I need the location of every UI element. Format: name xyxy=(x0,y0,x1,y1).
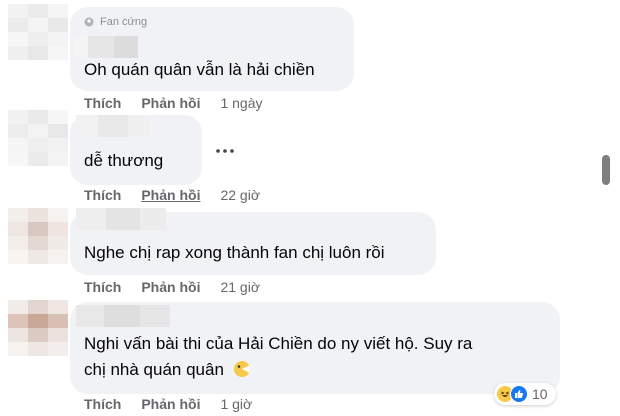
fan-badge-icon xyxy=(84,17,94,27)
fan-badge: Fan cứng xyxy=(84,16,147,28)
fan-badge-label: Fan cứng xyxy=(100,16,148,28)
reply-button[interactable]: Phản hồi xyxy=(141,396,200,412)
like-button[interactable]: Thích xyxy=(84,396,121,412)
thumbs-up-icon xyxy=(515,390,524,398)
crying-laughing-emoji-icon xyxy=(233,361,250,377)
comment-actions: Thích Phản hồi 1 ngày xyxy=(84,93,263,113)
reply-button[interactable]: Phản hồi xyxy=(141,187,200,203)
avatar[interactable] xyxy=(8,300,68,356)
comment-actions: Thích Phản hồi 21 giờ xyxy=(84,277,260,297)
comment-text: dễ thương xyxy=(84,151,164,170)
comment-timestamp[interactable]: 22 giờ xyxy=(220,187,260,203)
avatar[interactable] xyxy=(8,208,68,264)
more-options-button[interactable] xyxy=(212,141,238,161)
reaction-summary[interactable]: 10 xyxy=(494,383,556,405)
like-button[interactable]: Thích xyxy=(84,279,121,295)
comment-text: Nghi vấn bài thi của Hải Chiền do ny viế… xyxy=(84,334,473,353)
blurred-author-name[interactable] xyxy=(76,305,170,327)
reply-button[interactable]: Phản hồi xyxy=(141,95,200,111)
comment-actions: Thích Phản hồi 22 giờ xyxy=(84,185,260,205)
reaction-count: 10 xyxy=(532,386,548,402)
avatar[interactable] xyxy=(8,4,68,60)
comment-text-line-2: chị nhà quán quân xyxy=(84,356,251,384)
comment-text-content: chị nhà quán quân xyxy=(84,360,224,379)
comment-timestamp[interactable]: 1 ngày xyxy=(220,95,262,111)
blurred-author-name[interactable] xyxy=(76,208,166,230)
comment-timestamp[interactable]: 1 giờ xyxy=(220,396,252,412)
like-button[interactable]: Thích xyxy=(84,187,121,203)
comment-text: Oh quán quân vẫn là hải chiền xyxy=(84,60,315,79)
reply-button[interactable]: Phản hồi xyxy=(141,279,200,295)
comment-timestamp[interactable]: 21 giờ xyxy=(220,279,260,295)
scrollbar-thumb[interactable] xyxy=(602,155,610,185)
more-dots-icon xyxy=(216,149,234,153)
like-button[interactable]: Thích xyxy=(84,95,121,111)
comment-text: Nghe chị rap xong thành fan chị luôn rồi xyxy=(84,243,385,262)
avatar[interactable] xyxy=(8,110,68,166)
comment-actions: Thích Phản hồi 1 giờ xyxy=(84,394,252,414)
comment-thread: Fan cứng Oh quán quân vẫn là hải chiền T… xyxy=(0,0,620,416)
blurred-author-name[interactable] xyxy=(76,115,150,137)
like-icon xyxy=(510,385,528,403)
blurred-author-name[interactable] xyxy=(74,36,138,58)
